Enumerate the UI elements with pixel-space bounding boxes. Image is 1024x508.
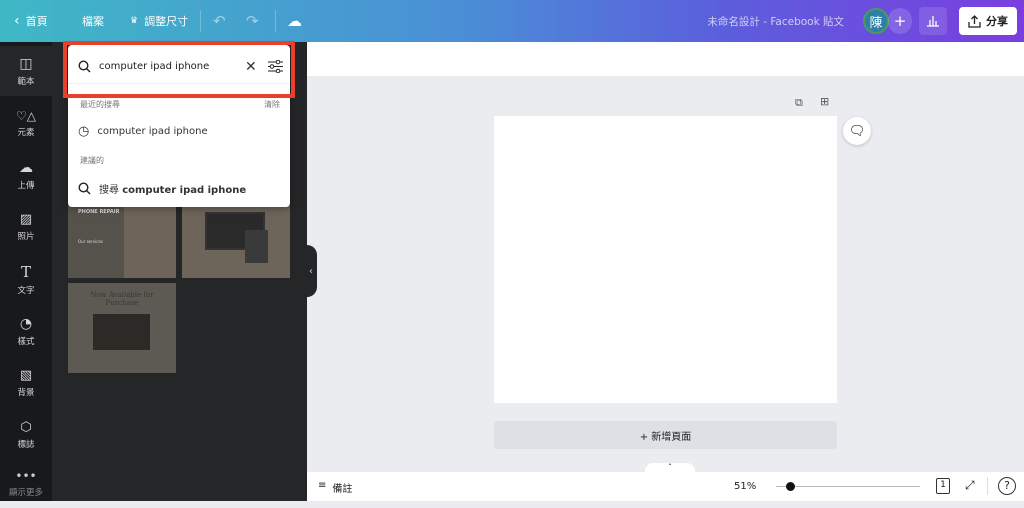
- sidebar-item-elements[interactable]: ♡△ 元素: [0, 98, 52, 148]
- add-page-button[interactable]: + 新增頁面: [494, 421, 837, 449]
- add-page-label: + 新增頁面: [639, 431, 692, 443]
- palette-icon: ◔: [19, 315, 33, 332]
- suggest-query: computer ipad iphone: [122, 185, 247, 196]
- sidebar-item-text[interactable]: T 文字: [0, 254, 52, 304]
- search-highlight-box: [63, 41, 295, 98]
- shapes-icon: ♡△: [16, 108, 36, 123]
- home-label: 首頁: [25, 15, 48, 28]
- insights-button[interactable]: [919, 7, 947, 35]
- sidebar-label: 文字: [17, 285, 35, 296]
- template-thumbnail[interactable]: PHONE REPAIR Our services: [68, 205, 176, 278]
- add-page-icon[interactable]: ⊞: [820, 95, 829, 108]
- crown-icon: ♛: [130, 16, 139, 26]
- notes-icon: ≡: [318, 480, 327, 491]
- suggested-header: 建議的: [80, 156, 104, 165]
- add-collaborator-button[interactable]: +: [888, 8, 912, 34]
- share-label: 分享: [986, 15, 1008, 28]
- zoom-level[interactable]: 51%: [734, 481, 756, 492]
- sidebar-label: 樣式: [17, 336, 35, 347]
- share-button[interactable]: 分享: [959, 7, 1017, 35]
- more-icon: •••: [15, 468, 37, 483]
- help-icon[interactable]: ?: [998, 477, 1016, 495]
- sidebar-item-uploads[interactable]: ☁ 上傳: [0, 150, 52, 200]
- suggest-prefix: 搜尋: [99, 185, 119, 196]
- resize-label: 調整尺寸: [144, 15, 189, 28]
- file-menu[interactable]: 檔案: [82, 0, 104, 42]
- comment-icon[interactable]: 🗨: [843, 117, 871, 145]
- sidebar-item-logos[interactable]: ⬡ 標誌: [0, 410, 52, 460]
- avatar-initial: 陳: [869, 15, 883, 31]
- clear-recent-button[interactable]: 清除: [264, 99, 280, 110]
- notes-button[interactable]: ≡ 備註: [318, 480, 352, 495]
- bottom-bar: ≡ 備註 51% 1 ⤢ ?: [307, 472, 1024, 501]
- file-label: 檔案: [82, 15, 104, 28]
- recent-searches-header: 最近的搜尋: [80, 100, 120, 109]
- undo-icon[interactable]: ↶: [213, 0, 226, 42]
- duplicate-page-icon[interactable]: ⧉: [795, 96, 803, 110]
- chevron-left-icon: ‹: [14, 13, 20, 29]
- notes-label: 備註: [332, 484, 353, 495]
- sidebar-item-styles[interactable]: ◔ 樣式: [0, 306, 52, 356]
- sidebar-label: 範本: [17, 76, 35, 87]
- page-count: 1: [940, 480, 946, 490]
- sidebar-label: 標誌: [17, 440, 35, 450]
- design-page[interactable]: [494, 116, 837, 403]
- page-count-button[interactable]: 1: [936, 478, 950, 494]
- divider: [200, 10, 201, 32]
- chevron-left-icon: ‹: [309, 265, 313, 277]
- sidebar-label: 上傳: [17, 180, 35, 191]
- divider: [987, 477, 988, 495]
- collapse-panel-button[interactable]: ‹: [305, 245, 317, 297]
- cloud-saved-icon[interactable]: ☁: [287, 0, 302, 42]
- cloud-upload-icon: ☁: [19, 159, 33, 176]
- chevron-up-icon: ˆ: [668, 463, 672, 472]
- plus-icon: +: [893, 12, 907, 30]
- divider: [275, 10, 276, 32]
- template-text: Our services: [78, 239, 104, 244]
- design-title[interactable]: 未命名設計 - Facebook 貼文: [707, 14, 844, 29]
- background-icon: ▧: [19, 368, 33, 383]
- template-text: PHONE REPAIR: [78, 209, 120, 215]
- redo-icon[interactable]: ↷: [246, 0, 259, 42]
- search-icon: [78, 182, 91, 195]
- recent-search-item[interactable]: ◷ computer ipad iphone: [78, 124, 208, 139]
- sidebar-item-photos[interactable]: ▨ 照片: [0, 202, 52, 252]
- sidebar-rail: ◫ 範本 ♡△ 元素 ☁ 上傳 ▨ 照片 T 文字 ◔ 樣式 ▧ 背景 ⬡ 標誌 ••• 顯示更多: [0, 42, 56, 501]
- suggested-search-item[interactable]: 搜尋 computer ipad iphone: [78, 181, 246, 196]
- text-icon: T: [20, 262, 31, 281]
- sidebar-label: 元素: [17, 127, 35, 138]
- sidebar-item-templates[interactable]: ◫ 範本: [0, 46, 52, 96]
- template-icon: ◫: [19, 55, 33, 72]
- sidebar-label: 背景: [17, 388, 35, 398]
- template-text: Now Available for Purchase: [90, 291, 154, 307]
- top-bar: ‹ 首頁 檔案 ♛ 調整尺寸 ↶ ↷ ☁ 未命名設計 - Facebook 貼文 陳…: [0, 0, 1024, 42]
- zoom-slider[interactable]: [776, 482, 920, 491]
- template-thumbnail[interactable]: [182, 205, 290, 278]
- zoom-slider-handle[interactable]: [785, 482, 795, 491]
- avatar[interactable]: 陳: [863, 8, 889, 34]
- sidebar-item-background[interactable]: ▧ 背景: [0, 358, 52, 408]
- bar-chart-icon: [927, 16, 939, 27]
- template-thumbnail[interactable]: Now Available for Purchase: [68, 283, 176, 373]
- clock-icon: ◷: [78, 124, 90, 139]
- sidebar-label: 顯示更多: [8, 487, 43, 498]
- sidebar-label: 照片: [17, 232, 35, 242]
- fullscreen-icon[interactable]: ⤢: [965, 478, 975, 493]
- upload-icon: [968, 14, 981, 28]
- photo-icon: ▨: [19, 212, 33, 227]
- recent-search-text: computer ipad iphone: [97, 126, 208, 137]
- home-button[interactable]: ‹ 首頁: [14, 0, 48, 42]
- logo-icon: ⬡: [20, 420, 32, 435]
- canvas-toolbar: [307, 42, 1024, 76]
- resize-button[interactable]: ♛ 調整尺寸: [130, 0, 188, 42]
